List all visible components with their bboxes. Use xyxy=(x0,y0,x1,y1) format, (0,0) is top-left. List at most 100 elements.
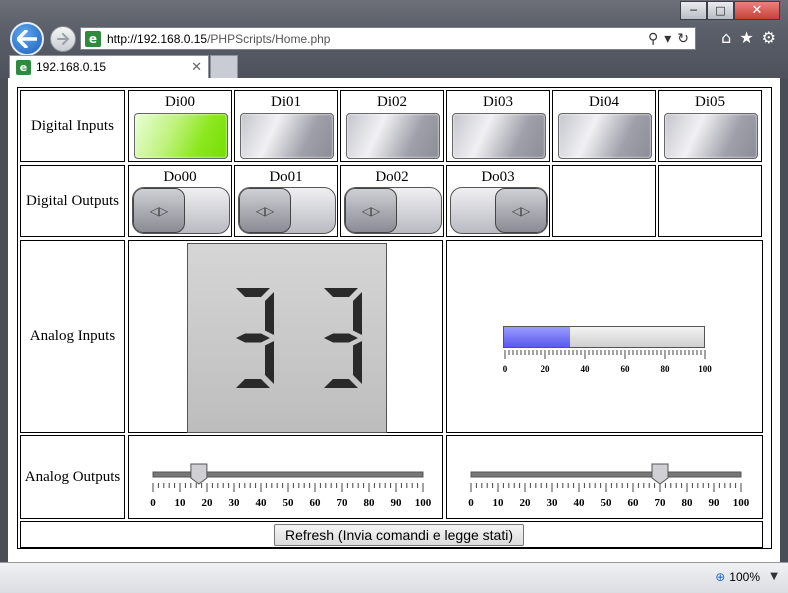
scale-label: 0 xyxy=(503,364,508,374)
slider-scale-label: 70 xyxy=(655,497,667,509)
digital-input-name: Di02 xyxy=(377,94,407,110)
slider-scale-label: 10 xyxy=(175,497,187,509)
close-icon: ✕ xyxy=(751,3,763,18)
site-favicon-icon: e xyxy=(85,30,101,47)
digit-segment xyxy=(236,333,270,343)
digital-input-name: Di00 xyxy=(165,94,195,110)
analog-output-cell-2: 0 10 20 30 40 50 60 70 80 90 100 xyxy=(446,435,763,519)
tab-title: 192.168.0.15 xyxy=(36,60,107,74)
digital-output-toggle[interactable]: ◁▷ xyxy=(132,187,230,234)
digital-input-led xyxy=(452,113,546,159)
digit-segment xyxy=(236,288,270,297)
address-bar[interactable]: e http://192.168.0.15/PHPScripts/Home.ph… xyxy=(80,27,696,50)
analog-output-slider-1[interactable]: 0 10 20 30 40 50 60 70 80 90 100 xyxy=(143,448,443,518)
empty-cell xyxy=(552,165,656,237)
slider-scale-label: 100 xyxy=(733,497,750,509)
tab-favicon-icon: e xyxy=(16,59,31,75)
digital-output-cell: Do00 ◁▷ xyxy=(128,165,232,237)
analog-outputs-label: Analog Outputs xyxy=(20,435,125,519)
zoom-level: 100% xyxy=(729,570,760,584)
digital-input-cell: Di05 xyxy=(658,90,762,162)
digital-input-led xyxy=(134,113,228,159)
home-icon[interactable]: ⌂ xyxy=(721,28,731,47)
refresh-icon[interactable]: ↻ xyxy=(677,31,689,47)
settings-gear-icon[interactable]: ⚙ xyxy=(762,28,776,47)
digital-output-toggle[interactable]: ◁▷ xyxy=(238,187,336,234)
scale-label: 80 xyxy=(661,364,671,374)
digital-output-name: Do03 xyxy=(481,169,515,185)
digital-input-name: Di04 xyxy=(589,94,619,110)
refresh-button[interactable]: Refresh (Invia comandi e legge stati) xyxy=(274,524,524,546)
new-tab-button[interactable] xyxy=(210,55,238,78)
toggle-arrows-icon: ◁▷ xyxy=(255,203,275,218)
maximize-button[interactable]: □ xyxy=(707,1,734,20)
slider-track[interactable] xyxy=(470,471,742,478)
analog-input-bargraph: 0 20 40 60 80 100 xyxy=(503,326,712,383)
toggle-knob[interactable]: ◁▷ xyxy=(345,188,397,233)
scale-label: 20 xyxy=(541,364,551,374)
digital-input-cell: Di04 xyxy=(552,90,656,162)
slider-scale-label: 40 xyxy=(256,497,268,509)
digital-output-toggle[interactable]: ◁▷ xyxy=(450,187,548,234)
analog-inputs-label: Analog Inputs xyxy=(20,240,125,433)
digital-input-cell: Di00 xyxy=(128,90,232,162)
analog-input-bar-cell: 0 20 40 60 80 100 xyxy=(446,240,763,433)
close-tab-icon[interactable]: ✕ xyxy=(191,60,202,75)
digital-output-cell: Do02 ◁▷ xyxy=(340,165,444,237)
slider-scale-label: 10 xyxy=(493,497,505,509)
toggle-knob[interactable]: ◁▷ xyxy=(239,188,291,233)
slider-scale-label: 90 xyxy=(709,497,721,509)
digital-output-name: Do01 xyxy=(269,169,303,185)
minimize-icon: ─ xyxy=(690,4,697,17)
slider-scale-label: 40 xyxy=(574,497,586,509)
zoom-icon: ⊕ xyxy=(715,570,726,584)
back-button[interactable] xyxy=(10,22,44,56)
digital-output-cell: Do01 ◁▷ xyxy=(234,165,338,237)
address-url[interactable]: http://192.168.0.15/PHPScripts/Home.php xyxy=(107,32,648,46)
digital-output-cell: Do03 ◁▷ xyxy=(446,165,550,237)
digital-input-name: Di05 xyxy=(695,94,725,110)
zoom-control[interactable]: ⊕ 100% xyxy=(715,570,760,584)
zoom-dropdown-icon[interactable]: ▼ xyxy=(770,571,778,582)
browser-tab[interactable]: e 192.168.0.15 ✕ xyxy=(9,55,209,78)
slider-scale-label: 50 xyxy=(283,497,295,509)
digit-segment xyxy=(353,341,362,384)
toggle-arrows-icon: ◁▷ xyxy=(361,203,381,218)
digit-segment xyxy=(265,341,274,384)
digital-input-name: Di03 xyxy=(483,94,513,110)
search-dropdown-icon[interactable]: ▾ xyxy=(664,31,671,47)
slider-scale-label: 90 xyxy=(391,497,403,509)
search-icon[interactable]: ⚲ xyxy=(648,31,658,47)
digital-input-name: Di01 xyxy=(271,94,301,110)
slider-scale-label: 30 xyxy=(229,497,241,509)
favorites-star-icon[interactable]: ★ xyxy=(739,28,753,47)
bargraph-fill xyxy=(504,327,570,347)
bargraph-scale: 0 20 40 60 80 100 xyxy=(503,350,712,374)
toggle-arrows-icon: ◁▷ xyxy=(149,203,169,218)
digit-segment xyxy=(324,379,358,388)
slider-scale-label: 30 xyxy=(547,497,559,509)
toggle-knob[interactable]: ◁▷ xyxy=(133,188,185,233)
control-panel-table: Digital Inputs Digital Outputs Analog In… xyxy=(17,87,772,549)
digital-output-toggle[interactable]: ◁▷ xyxy=(344,187,442,234)
status-bar: ⊕ 100% ▼ xyxy=(0,562,788,593)
analog-output-slider-2[interactable]: 0 10 20 30 40 50 60 70 80 90 100 xyxy=(461,448,761,518)
window-controls: ─ □ ✕ xyxy=(680,1,780,20)
forward-arrow-icon xyxy=(57,33,70,45)
refresh-row: Refresh (Invia comandi e legge stati) xyxy=(20,521,763,548)
seven-segment-display xyxy=(187,243,387,433)
toggle-knob[interactable]: ◁▷ xyxy=(495,188,547,233)
slider-scale-label: 0 xyxy=(150,497,156,509)
slider-scale-label: 0 xyxy=(468,497,474,509)
slider-thumb[interactable] xyxy=(190,463,208,485)
close-window-button[interactable]: ✕ xyxy=(734,1,780,20)
minimize-button[interactable]: ─ xyxy=(680,1,707,20)
slider-thumb[interactable] xyxy=(651,463,669,485)
digit-segment xyxy=(324,333,358,343)
slider-scale-label: 60 xyxy=(310,497,322,509)
forward-button[interactable] xyxy=(50,26,76,52)
maximize-icon: □ xyxy=(715,4,726,17)
digital-input-led xyxy=(558,113,652,159)
scale-label: 100 xyxy=(698,364,712,374)
digital-inputs-label: Digital Inputs xyxy=(20,90,125,162)
